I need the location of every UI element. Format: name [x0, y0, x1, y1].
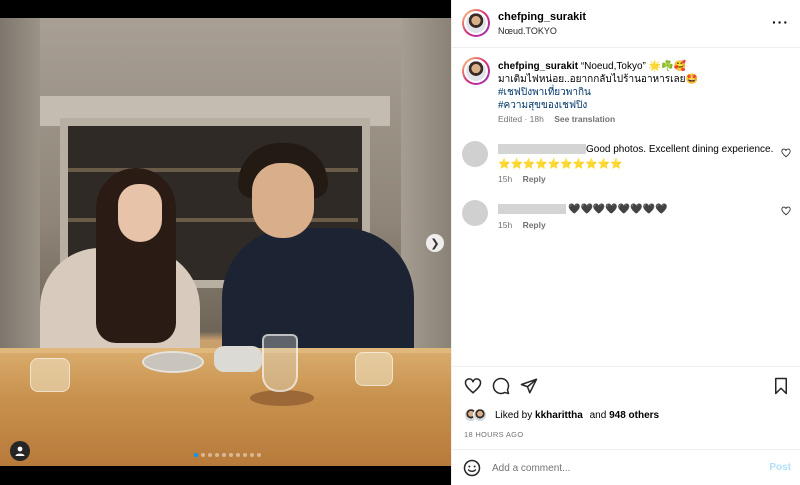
carousel-dot[interactable]: [243, 453, 247, 457]
redacted-username[interactable]: [498, 204, 566, 215]
see-translation-link[interactable]: See translation: [554, 114, 615, 124]
photo-pane: ❯: [0, 0, 451, 485]
coaster: [250, 390, 314, 406]
person-woman-face: [118, 184, 162, 242]
more-options-button[interactable]: ···: [772, 14, 789, 30]
likes-text: Liked by kkharittha and 948 others: [491, 410, 659, 421]
liker-username[interactable]: kkharittha: [535, 410, 583, 421]
caption-avatar[interactable]: [462, 57, 490, 85]
post-photo[interactable]: [0, 18, 451, 466]
post-username[interactable]: chefping_surakit: [498, 11, 586, 23]
heart-outline-icon[interactable]: [781, 148, 791, 158]
caption-username[interactable]: chefping_surakit: [498, 61, 578, 72]
carousel-dot[interactable]: [236, 453, 240, 457]
share-icon[interactable]: [520, 377, 538, 395]
plate: [142, 351, 204, 373]
emoji-icon[interactable]: [463, 459, 481, 477]
post-actions: [452, 366, 800, 406]
comment-text: Good photos. Excellent dining experience…: [586, 144, 774, 155]
person-man-face: [252, 163, 314, 238]
tagged-users-button[interactable]: [10, 441, 30, 461]
liker-avatar[interactable]: [473, 408, 487, 422]
reply-button[interactable]: Reply: [523, 220, 546, 230]
carousel-dot[interactable]: [201, 453, 205, 457]
likes-summary: Liked by kkharittha and 948 others: [464, 408, 659, 422]
caption: chefping_surakit “Noeud,Tokyo” 🌟☘️🥰 มาเต…: [498, 60, 788, 112]
user-icon: [15, 446, 25, 456]
carousel-dot[interactable]: [257, 453, 261, 457]
comment-avatar[interactable]: [462, 200, 488, 226]
water-glass: [262, 334, 298, 392]
carousel-dot[interactable]: [194, 453, 198, 457]
hashtag-link[interactable]: #ความสุขของเชฟปิง: [498, 99, 788, 112]
photo-wall-left: [0, 18, 40, 348]
likes-prefix: Liked by: [495, 409, 533, 421]
add-comment-bar: Post: [452, 449, 800, 485]
carousel-dot[interactable]: [250, 453, 254, 457]
comment-avatar[interactable]: [462, 141, 488, 167]
post-location[interactable]: Nœud.TOKYO: [498, 26, 557, 36]
carousel-dot[interactable]: [215, 453, 219, 457]
comment-time: 15h: [498, 174, 513, 184]
post-timestamp: 18 HOURS AGO: [464, 430, 524, 439]
comment-stars: ⭐⭐⭐⭐⭐⭐⭐⭐⭐⭐: [498, 159, 623, 170]
likes-others-link[interactable]: 948 others: [609, 410, 659, 421]
comment-text: 🖤🖤🖤🖤🖤🖤🖤🖤: [568, 204, 668, 215]
comment-meta: 15h Reply: [498, 220, 546, 230]
reply-button[interactable]: Reply: [523, 174, 546, 184]
carousel-dots: [194, 453, 261, 457]
carousel-dot[interactable]: [229, 453, 233, 457]
more-horizontal-icon: ···: [772, 14, 789, 30]
caption-edited: Edited · 18h: [498, 114, 544, 124]
caption-location: “Noeud,Tokyo”: [580, 61, 646, 72]
comment-icon[interactable]: [492, 377, 510, 395]
heart-icon[interactable]: [464, 377, 482, 395]
candle-holder: [355, 352, 393, 386]
comment-body: 🖤🖤🖤🖤🖤🖤🖤🖤: [498, 203, 778, 216]
hashtag-link[interactable]: #เชฟปิงพาเที่ยวพากิน: [498, 86, 788, 99]
likes-and: and: [589, 409, 607, 421]
heart-outline-icon[interactable]: [781, 206, 791, 216]
person-man-body: [222, 228, 414, 358]
avatar[interactable]: [462, 9, 490, 37]
carousel-dot[interactable]: [222, 453, 226, 457]
post-header: chefping_surakit Nœud.TOKYO ···: [452, 0, 800, 48]
caption-meta: Edited · 18h See translation: [498, 114, 615, 124]
post-side-panel: chefping_surakit Nœud.TOKYO ··· chefping…: [451, 0, 800, 485]
candle-holder: [30, 358, 70, 392]
napkin: [214, 346, 262, 372]
caption-text: มาเติมไฟหน่อย..อยากกลับไปร้านอาหารเลย🤩: [498, 74, 698, 85]
comment-body: Good photos. Excellent dining experience…: [498, 143, 778, 171]
carousel-next-button[interactable]: ❯: [426, 234, 444, 252]
comment-meta: 15h Reply: [498, 174, 546, 184]
chevron-right-icon: ❯: [430, 237, 440, 250]
add-comment-input[interactable]: [492, 459, 742, 477]
comment-time: 15h: [498, 220, 513, 230]
redacted-username[interactable]: [498, 144, 586, 155]
comments-section[interactable]: chefping_surakit “Noeud,Tokyo” 🌟☘️🥰 มาเต…: [452, 48, 800, 366]
carousel-dot[interactable]: [208, 453, 212, 457]
caption-emojis: 🌟☘️🥰: [648, 61, 686, 72]
post-comment-button[interactable]: Post: [769, 462, 791, 473]
bookmark-icon[interactable]: [773, 377, 789, 395]
